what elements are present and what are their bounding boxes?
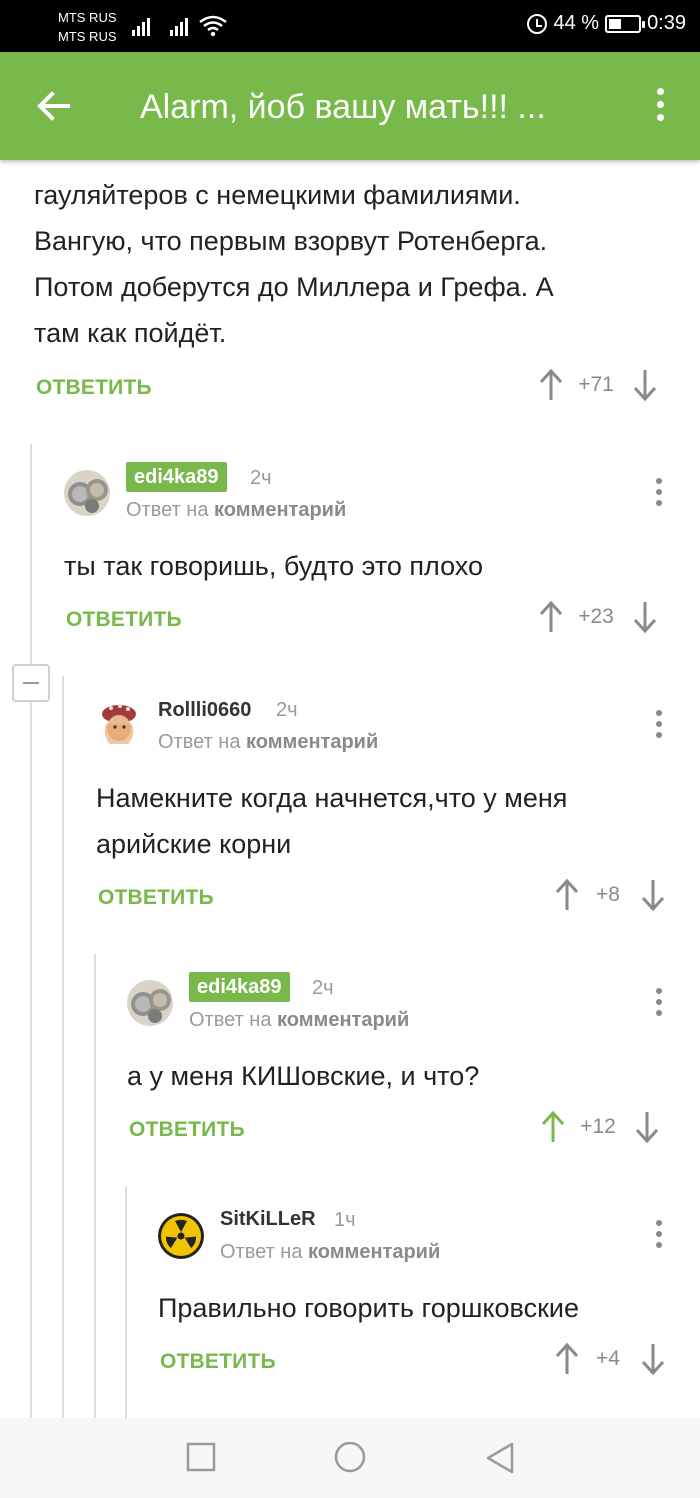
upvote-arrow-icon[interactable]: [538, 600, 564, 634]
comment-line: арийские корни: [96, 829, 292, 859]
upvote-arrow-icon[interactable]: [540, 1110, 566, 1144]
vote-score: +4: [596, 1347, 620, 1370]
timestamp: 2ч: [276, 699, 298, 721]
reply-button[interactable]: ОТВЕТИТЬ: [160, 1350, 276, 1374]
comment-text: ты так говоришь, будто это плохо: [64, 543, 483, 589]
thread-line: [30, 444, 32, 1418]
thread-line: [62, 676, 64, 1418]
comment-line: Правильно говорить горшковские: [158, 1293, 580, 1323]
vote-score: +71: [578, 373, 614, 396]
reply-to-label: Ответ на комментарий: [220, 1239, 440, 1265]
reply-to-label: Ответ на комментарий: [158, 729, 378, 755]
timestamp: 2ч: [312, 977, 334, 999]
username[interactable]: Rollli0660: [158, 697, 251, 723]
battery-percent: 44 %: [553, 12, 600, 34]
collapse-thread-button[interactable]: [12, 664, 50, 702]
page-title: Alarm, йоб вашу мать!!! ...: [140, 88, 546, 126]
system-nav-bar: [0, 1418, 700, 1498]
upvote-arrow-icon[interactable]: [554, 1342, 580, 1376]
reply-to-prefix: Ответ на: [158, 731, 241, 753]
comment-text: Намекните когда начнется,что у меня арий…: [96, 775, 567, 867]
avatar[interactable]: [127, 980, 173, 1026]
thread-line: [94, 954, 96, 1418]
back-arrow-icon[interactable]: [30, 82, 78, 130]
reply-to-link[interactable]: комментарий: [214, 499, 346, 521]
top-comment-line: гауляйтеров с немецкими фамилиями.: [34, 180, 521, 210]
reply-to-link[interactable]: комментарий: [246, 731, 378, 753]
avatar[interactable]: [96, 700, 142, 746]
home-circle-icon[interactable]: [333, 1442, 367, 1476]
avatar[interactable]: [158, 1213, 204, 1259]
wifi-icon: [199, 15, 227, 37]
reply-to-prefix: Ответ на: [126, 499, 209, 521]
downvote-arrow-icon[interactable]: [632, 368, 658, 402]
alarm-clock-icon: [527, 13, 548, 34]
recent-apps-square-icon[interactable]: [186, 1442, 216, 1472]
reply-to-label: Ответ на комментарий: [189, 1007, 409, 1033]
comment-menu-icon[interactable]: [649, 988, 669, 1022]
vote-score: +8: [596, 883, 620, 906]
status-bar: MTS RUS MTS RUS 44 % 0:39: [0, 0, 700, 52]
comment-menu-icon[interactable]: [649, 478, 669, 512]
top-comment-line: Потом доберутся до Миллера и Грефа. А: [34, 272, 554, 302]
username[interactable]: edi4ka89: [189, 972, 290, 1002]
comment-menu-icon[interactable]: [649, 710, 669, 744]
reply-to-label: Ответ на комментарий: [126, 497, 346, 523]
reply-button[interactable]: ОТВЕТИТЬ: [66, 608, 182, 632]
reply-to-prefix: Ответ на: [189, 1009, 272, 1031]
signal-2-icon: [170, 14, 194, 36]
reply-to-prefix: Ответ на: [220, 1241, 303, 1263]
signal-1-icon: [132, 14, 156, 36]
reply-to-link[interactable]: комментарий: [277, 1009, 409, 1031]
overflow-menu-icon[interactable]: [650, 88, 670, 128]
reply-to-link[interactable]: комментарий: [308, 1241, 440, 1263]
battery-icon: [605, 14, 646, 33]
comment-line: а у меня КИШовские, и что?: [127, 1061, 480, 1091]
vote-score: +12: [580, 1115, 616, 1138]
vote-score: +23: [578, 605, 614, 628]
timestamp: 2ч: [250, 467, 272, 489]
reply-button[interactable]: ОТВЕТИТЬ: [98, 886, 214, 910]
back-triangle-icon[interactable]: [484, 1442, 516, 1474]
username[interactable]: SitKiLLeR: [220, 1206, 316, 1232]
vote-controls: +71: [538, 368, 658, 402]
downvote-arrow-icon[interactable]: [632, 600, 658, 634]
downvote-arrow-icon[interactable]: [640, 878, 666, 912]
status-right: 44 % 0:39: [527, 12, 686, 35]
carrier-1: MTS RUS: [58, 10, 117, 25]
downvote-arrow-icon[interactable]: [640, 1342, 666, 1376]
comment-line: Намекните когда начнется,что у меня: [96, 783, 568, 813]
carrier-2: MTS RUS: [58, 29, 117, 44]
downvote-arrow-icon[interactable]: [634, 1110, 660, 1144]
vote-controls: +23: [538, 600, 658, 634]
vote-controls: +4: [554, 1342, 666, 1376]
top-comment-line: там как пойдёт.: [34, 318, 227, 348]
reply-button[interactable]: ОТВЕТИТЬ: [36, 376, 152, 400]
avatar[interactable]: [64, 470, 110, 516]
top-comment-text: гауляйтеров с немецкими фамилиями. Вангу…: [34, 172, 554, 356]
clock: 0:39: [647, 12, 686, 34]
username[interactable]: edi4ka89: [126, 462, 227, 492]
carrier-labels: MTS RUS MTS RUS: [58, 8, 117, 46]
thread-line: [125, 1186, 127, 1418]
upvote-arrow-icon[interactable]: [554, 878, 580, 912]
app-bar: Alarm, йоб вашу мать!!! ...: [0, 52, 700, 160]
comments-feed[interactable]: гауляйтеров с немецкими фамилиями. Вангу…: [0, 160, 700, 1418]
comment-text: а у меня КИШовские, и что?: [127, 1053, 479, 1099]
comment-text: Правильно говорить горшковские: [158, 1285, 579, 1331]
vote-controls: +8: [554, 878, 666, 912]
comment-line: ты так говоришь, будто это плохо: [64, 551, 484, 581]
upvote-arrow-icon[interactable]: [538, 368, 564, 402]
vote-controls: +12: [540, 1110, 660, 1144]
timestamp: 1ч: [334, 1209, 356, 1231]
reply-button[interactable]: ОТВЕТИТЬ: [129, 1118, 245, 1142]
comment-menu-icon[interactable]: [649, 1220, 669, 1254]
top-comment-line: Вангую, что первым взорвут Ротенберга.: [34, 226, 548, 256]
